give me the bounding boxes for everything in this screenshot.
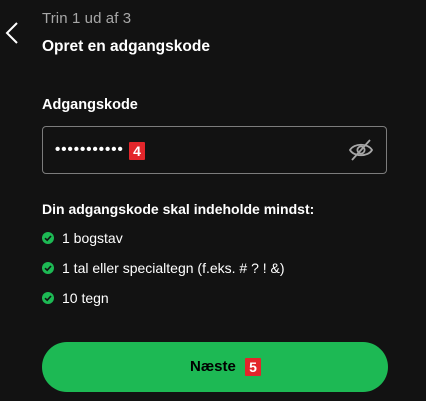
requirement-item: 1 tal eller specialtegn (f.eks. # ? ! &) xyxy=(42,260,285,276)
annotation-badge-5: 5 xyxy=(245,358,261,376)
requirement-item: 1 bogstav xyxy=(42,230,123,246)
requirement-text: 10 tegn xyxy=(62,290,109,306)
next-button-label[interactable]: Næste xyxy=(190,342,236,392)
annotation-badge-4: 4 xyxy=(129,142,145,160)
requirements-title: Din adgangskode skal indeholde mindst: xyxy=(42,201,315,217)
requirement-item: 10 tegn xyxy=(42,290,109,306)
password-masked-value[interactable]: ••••••••••• xyxy=(55,127,124,173)
requirement-text: 1 tal eller specialtegn (f.eks. # ? ! &) xyxy=(62,260,285,276)
step-indicator: Trin 1 ud af 3 xyxy=(42,10,132,27)
next-button[interactable]: Næste 5 xyxy=(42,342,388,392)
eye-slash-icon[interactable] xyxy=(348,138,374,162)
check-circle-icon xyxy=(42,232,54,244)
password-input[interactable]: ••••••••••• 4 xyxy=(42,126,387,174)
password-label: Adgangskode xyxy=(42,97,138,113)
signup-step-screen: Trin 1 ud af 3 Opret en adgangskode Adga… xyxy=(0,0,426,401)
back-chevron-icon[interactable] xyxy=(3,20,21,46)
check-circle-icon xyxy=(42,292,54,304)
page-title: Opret en adgangskode xyxy=(42,38,210,55)
requirement-text: 1 bogstav xyxy=(62,230,123,246)
check-circle-icon xyxy=(42,262,54,274)
